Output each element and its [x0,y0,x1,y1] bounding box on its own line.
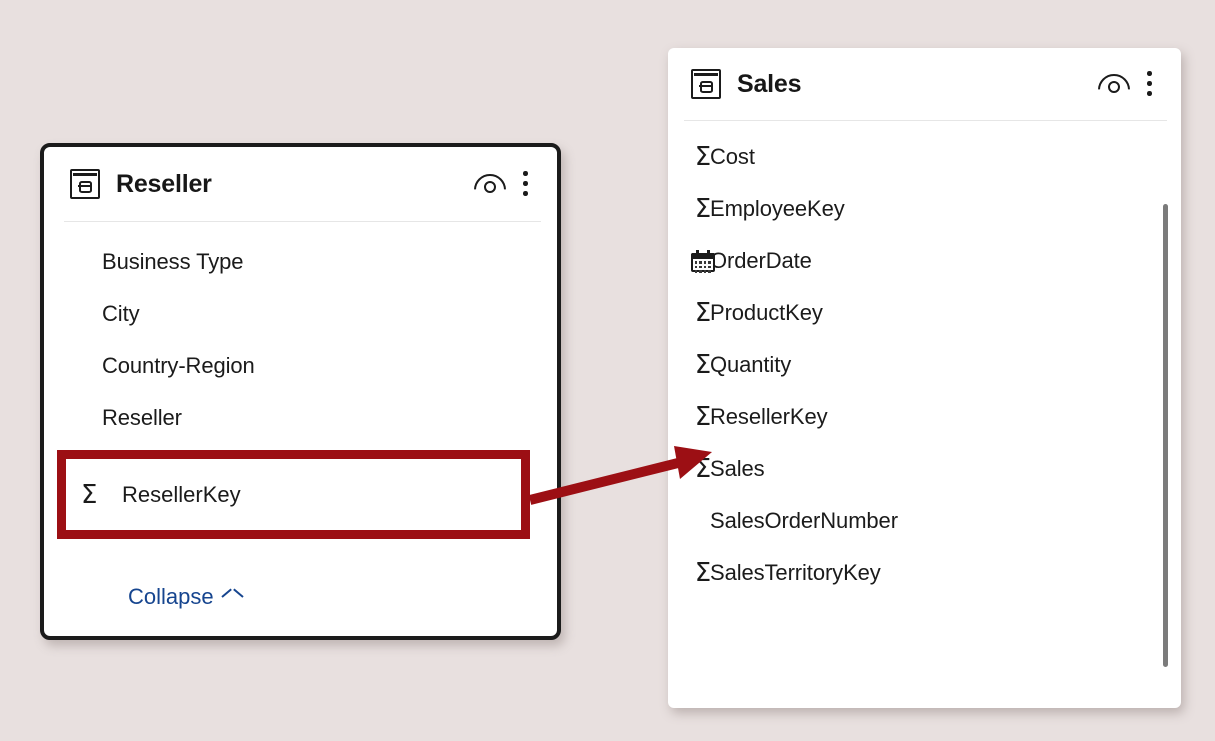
sigma-icon: Σ [694,298,712,328]
sigma-icon: Σ [694,454,712,484]
sigma-icon: Σ [694,142,712,172]
field-label: ResellerKey [710,404,828,429]
field-label: Country-Region [102,353,255,378]
field-icon-none [66,301,92,327]
field-icon-none [66,249,92,275]
sigma-icon: Σ [694,194,712,224]
field-icon-none [66,405,92,431]
sales-card-title: Sales [737,69,802,98]
more-options-icon[interactable] [1147,71,1153,97]
calendar-icon [690,248,716,274]
field-icon-none [66,509,92,535]
list-item[interactable]: Business Type [44,236,557,288]
chevron-up-icon [223,592,242,603]
list-item[interactable]: Reseller [44,392,557,444]
list-item[interactable]: Σ EmployeeKey [668,183,1181,235]
eye-icon[interactable] [473,171,507,197]
field-label: OrderDate [710,248,812,273]
sales-table-card: Sales Σ Cost Σ EmployeeKey OrderDate Σ P… [668,48,1181,708]
field-label: EmployeeKey [710,196,845,221]
list-item[interactable]: Σ ProductKey [668,287,1181,339]
sigma-icon: Σ [694,558,712,588]
reseller-card-title: Reseller [116,169,212,198]
list-item[interactable]: Σ SalesTerritoryKey [668,547,1181,599]
field-label: State-Province [102,509,245,534]
list-item[interactable]: Σ Sales [668,443,1181,495]
eye-icon[interactable] [1097,71,1131,97]
field-icon-none [690,508,716,534]
list-item[interactable]: Σ Cost [668,131,1181,183]
sigma-icon: Σ [694,402,712,432]
table-icon [691,69,721,99]
list-item[interactable]: City [44,288,557,340]
sales-field-list: Σ Cost Σ EmployeeKey OrderDate Σ Product… [668,121,1181,599]
field-label: ResellerKey [102,457,220,482]
field-label: Quantity [710,352,792,377]
list-item[interactable]: Country-Region [44,340,557,392]
reseller-collapse-button[interactable]: Collapse [128,584,242,610]
collapse-label: Collapse [128,584,214,609]
list-item[interactable]: OrderDate [668,235,1181,287]
field-label: SalesOrderNumber [710,508,898,533]
sales-scrollbar[interactable] [1162,140,1169,667]
more-options-icon[interactable] [523,171,529,197]
table-icon [70,169,100,199]
list-item[interactable]: SalesOrderNumber [668,495,1181,547]
field-label: Sales [710,456,765,481]
sigma-icon: Σ [70,455,88,485]
field-label: Reseller [102,405,182,430]
reseller-table-card: Reseller Business Type City Country-Regi… [40,143,561,640]
canvas: Reseller Business Type City Country-Regi… [0,0,1215,741]
field-icon-none [66,353,92,379]
reseller-card-header: Reseller [44,147,557,221]
sigma-icon: Σ [694,350,712,380]
list-item[interactable]: Σ ResellerKey [668,391,1181,443]
field-label: Business Type [102,249,244,274]
sales-card-header: Sales [668,48,1181,120]
field-label: ProductKey [710,300,823,325]
field-label: SalesTerritoryKey [710,560,881,585]
list-item[interactable]: Σ ResellerKey [44,444,557,496]
reseller-field-list: Business Type City Country-Region Resell… [44,222,557,548]
list-item[interactable]: State-Province [44,496,557,548]
sales-scrollbar-thumb[interactable] [1163,204,1168,667]
list-item[interactable]: Σ Quantity [668,339,1181,391]
field-label: City [102,301,140,326]
field-label: Cost [710,144,755,169]
